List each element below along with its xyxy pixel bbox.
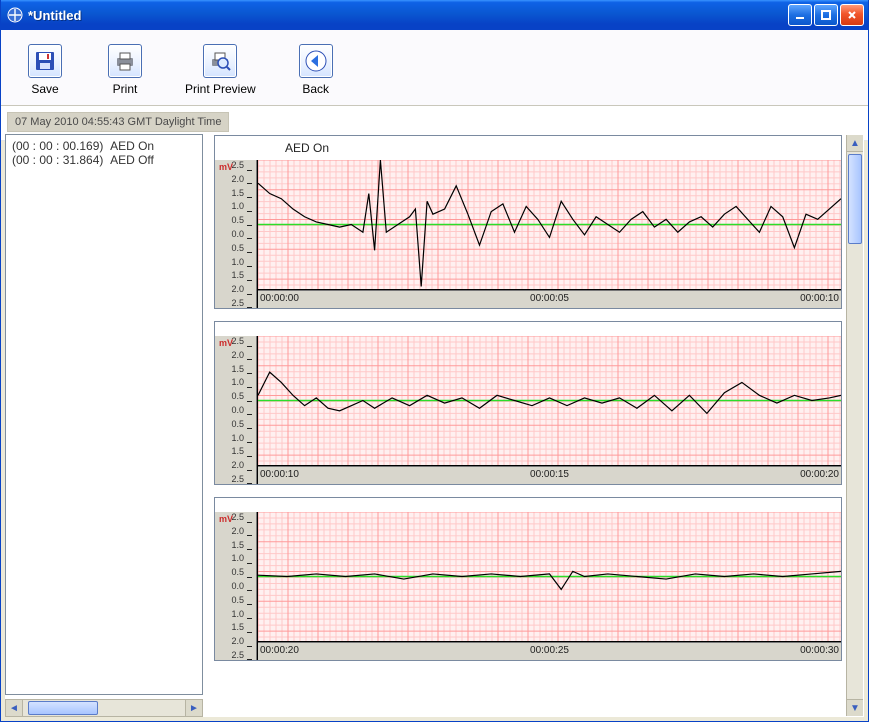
- maximize-button[interactable]: [814, 4, 838, 26]
- x-tick-label: 00:00:20: [260, 645, 299, 656]
- chart-title: AED On: [215, 136, 841, 160]
- x-tick-label: 00:00:25: [530, 645, 569, 656]
- y-tick-label: 2.5: [231, 650, 244, 660]
- y-tick-label: 2.5: [231, 512, 244, 522]
- y-tick-label: 1.0: [231, 257, 244, 267]
- y-tick-label: 1.5: [231, 540, 244, 550]
- event-label: AED On: [110, 139, 154, 153]
- event-label: AED Off: [110, 153, 154, 167]
- y-tick-label: 2.0: [231, 350, 244, 360]
- chart-plot[interactable]: [258, 512, 841, 642]
- chart-panel: AED OnmV2.52.01.51.00.50.00.51.01.52.02.…: [214, 135, 842, 309]
- y-tick-label: 0.5: [231, 243, 244, 253]
- y-tick-label: 1.5: [231, 622, 244, 632]
- y-tick-label: 0.5: [231, 215, 244, 225]
- y-tick-label: 1.5: [231, 446, 244, 456]
- back-icon: [299, 44, 333, 78]
- chart-scrollbar[interactable]: ▲ ▼: [846, 135, 863, 716]
- x-tick-label: 00:00:05: [530, 293, 569, 304]
- save-label: Save: [31, 82, 58, 96]
- back-button[interactable]: Back: [296, 44, 336, 96]
- y-tick-label: 1.0: [231, 609, 244, 619]
- y-tick-label: 0.0: [231, 405, 244, 415]
- chart-viewport: AED OnmV2.52.01.51.00.50.00.51.01.52.02.…: [214, 135, 846, 716]
- app-icon: [7, 7, 23, 23]
- print-label: Print: [113, 82, 138, 96]
- x-tick-label: 00:00:10: [800, 293, 839, 304]
- event-time: (00 : 00 : 00.169): [12, 139, 103, 153]
- x-axis: 00:00:20 00:00:25 00:00:30: [258, 642, 841, 660]
- y-tick-label: 0.0: [231, 581, 244, 591]
- toolbar: Save Print Print Preview: [1, 30, 868, 106]
- print-preview-label: Print Preview: [185, 82, 256, 96]
- y-axis: mV2.52.01.51.00.50.00.51.01.52.02.5: [215, 336, 257, 484]
- y-tick-label: 1.0: [231, 553, 244, 563]
- x-tick-label: 00:00:30: [800, 645, 839, 656]
- x-tick-label: 00:00:15: [530, 469, 569, 480]
- y-tick-label: 2.5: [231, 298, 244, 308]
- save-button[interactable]: Save: [25, 44, 65, 96]
- y-tick-label: 2.5: [231, 160, 244, 170]
- x-tick-label: 00:00:00: [260, 293, 299, 304]
- event-time: (00 : 00 : 31.864): [12, 153, 103, 167]
- y-axis: mV2.52.01.51.00.50.00.51.01.52.02.5: [215, 512, 257, 660]
- event-list[interactable]: (00 : 00 : 00.169) AED On (00 : 00 : 31.…: [5, 134, 203, 695]
- y-tick-label: 0.0: [231, 229, 244, 239]
- printer-icon: [108, 44, 142, 78]
- titlebar: *Untitled: [1, 0, 868, 30]
- chart-plot[interactable]: [258, 160, 841, 290]
- scroll-up-icon[interactable]: ▲: [847, 135, 863, 152]
- y-tick-label: 1.5: [231, 270, 244, 280]
- y-tick-label: 1.5: [231, 188, 244, 198]
- x-axis: 00:00:10 00:00:15 00:00:20: [258, 466, 841, 484]
- x-tick-label: 00:00:20: [800, 469, 839, 480]
- scroll-right-icon[interactable]: ►: [185, 700, 202, 716]
- scroll-left-icon[interactable]: ◄: [6, 700, 23, 716]
- y-tick-label: 2.0: [231, 636, 244, 646]
- x-axis: 00:00:00 00:00:05 00:00:10: [258, 290, 841, 308]
- y-axis: mV2.52.01.51.00.50.00.51.01.52.02.5: [215, 160, 257, 308]
- y-tick-label: 0.5: [231, 567, 244, 577]
- timestamp: 07 May 2010 04:55:43 GMT Daylight Time: [7, 112, 229, 132]
- y-tick-label: 0.5: [231, 595, 244, 605]
- scroll-down-icon[interactable]: ▼: [847, 699, 863, 716]
- y-tick-label: 1.0: [231, 433, 244, 443]
- y-tick-label: 2.5: [231, 336, 244, 346]
- chart-plot[interactable]: [258, 336, 841, 466]
- print-preview-icon: [203, 44, 237, 78]
- app-window: *Untitled Save: [0, 0, 869, 722]
- window-title: *Untitled: [28, 8, 788, 23]
- chart-panel: mV2.52.01.51.00.50.00.51.01.52.02.500:00…: [214, 321, 842, 485]
- chart-title: [215, 498, 841, 512]
- close-button[interactable]: [840, 4, 864, 26]
- event-row[interactable]: (00 : 00 : 31.864) AED Off: [12, 153, 196, 167]
- sidebar-scrollbar[interactable]: ◄ ►: [5, 699, 203, 717]
- y-tick-label: 1.0: [231, 201, 244, 211]
- print-button[interactable]: Print: [105, 44, 145, 96]
- scrollbar-thumb[interactable]: [28, 701, 98, 715]
- y-tick-label: 0.5: [231, 419, 244, 429]
- scrollbar-thumb[interactable]: [848, 154, 862, 244]
- save-icon: [28, 44, 62, 78]
- chart-title: [215, 322, 841, 336]
- y-tick-label: 2.5: [231, 474, 244, 484]
- print-preview-button[interactable]: Print Preview: [185, 44, 256, 96]
- minimize-button[interactable]: [788, 4, 812, 26]
- y-tick-label: 2.0: [231, 460, 244, 470]
- y-tick-label: 2.0: [231, 284, 244, 294]
- y-tick-label: 2.0: [231, 174, 244, 184]
- event-row[interactable]: (00 : 00 : 00.169) AED On: [12, 139, 196, 153]
- y-tick-label: 0.5: [231, 391, 244, 401]
- chart-panel: mV2.52.01.51.00.50.00.51.01.52.02.500:00…: [214, 497, 842, 661]
- y-tick-label: 1.0: [231, 377, 244, 387]
- y-tick-label: 1.5: [231, 364, 244, 374]
- y-tick-label: 2.0: [231, 526, 244, 536]
- x-tick-label: 00:00:10: [260, 469, 299, 480]
- back-label: Back: [302, 82, 329, 96]
